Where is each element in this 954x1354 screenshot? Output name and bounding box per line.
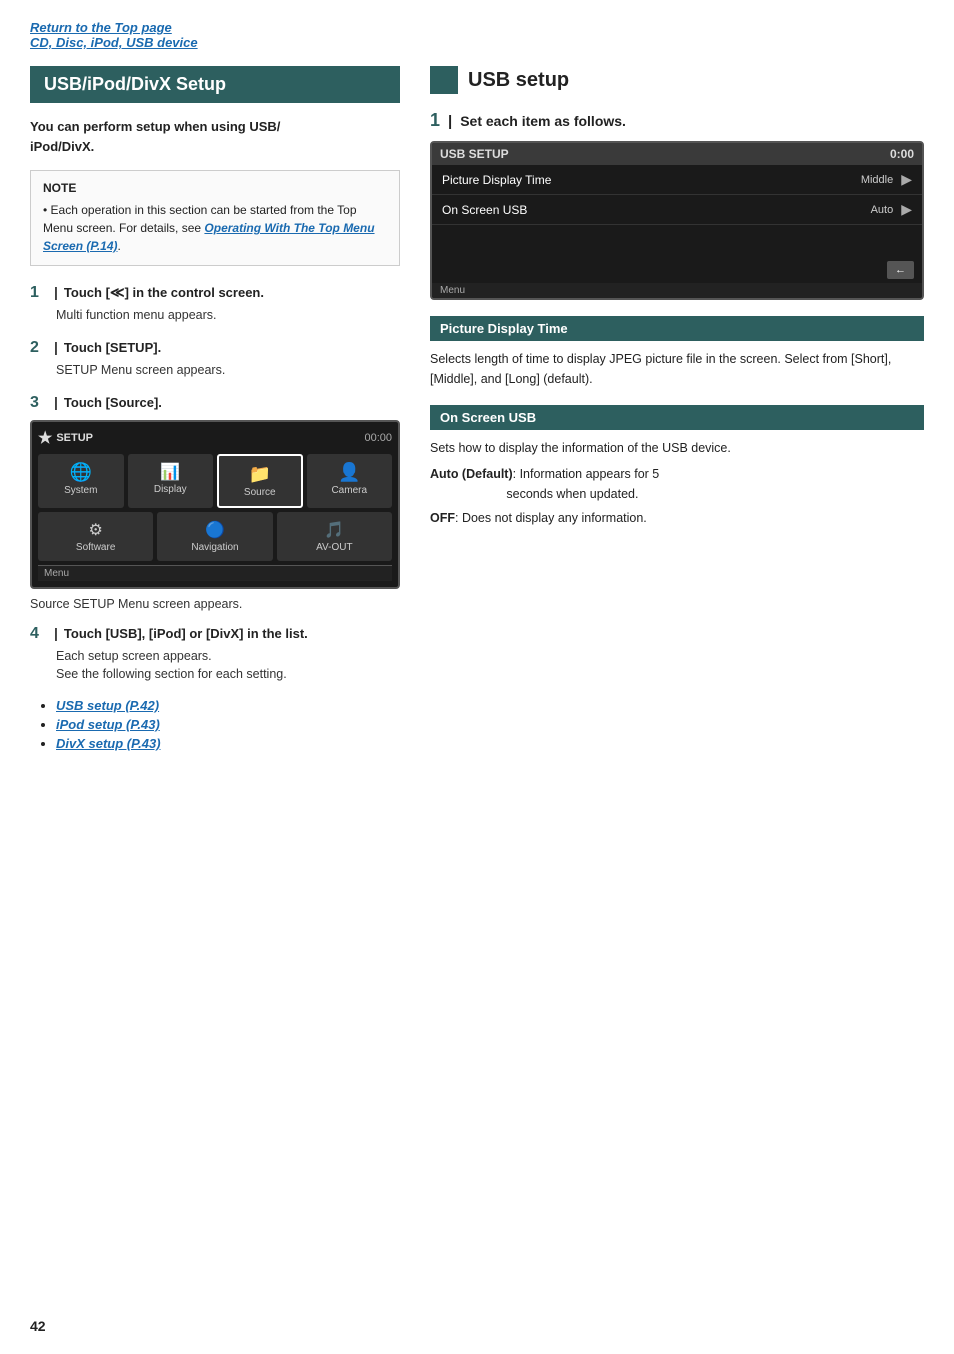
ipod-setup-link[interactable]: iPod setup (P.43)	[56, 717, 160, 732]
step-4-label: Touch [USB], [iPod] or [DivX] in the lis…	[64, 626, 308, 641]
usb-setup-screen: USB SETUP 0:00 Picture Display Time Midd…	[430, 141, 924, 300]
back-button[interactable]: ←	[887, 261, 914, 279]
step-3: 3 | Touch [Source]. ★ SETUP 00:00 🌐 Syst…	[30, 394, 400, 611]
step-4: 4 | Touch [USB], [iPod] or [DivX] in the…	[30, 625, 400, 685]
step-2: 2 | Touch [SETUP]. SETUP Menu screen app…	[30, 339, 400, 380]
main-layout: USB/iPod/DivX Setup You can perform setu…	[30, 66, 924, 755]
on-screen-usb-section: On Screen USB Sets how to display the in…	[430, 405, 924, 528]
picture-display-arrow: ▶	[901, 171, 912, 188]
page-number: 42	[30, 1318, 46, 1334]
intro-text: You can perform setup when using USB/iPo…	[30, 117, 400, 156]
icon-source[interactable]: 📁 Source	[217, 454, 303, 508]
on-screen-usb-label: On Screen USB	[442, 203, 871, 217]
on-screen-usb-arrow: ▶	[901, 201, 912, 218]
step-3-label: Touch [Source].	[64, 395, 162, 410]
step-3-num: 3	[30, 394, 48, 412]
usb-screen-time: 0:00	[890, 147, 914, 161]
picture-display-value: Middle	[861, 174, 893, 186]
bullet-links: USB setup (P.42) iPod setup (P.43) DivX …	[40, 698, 400, 751]
icon-navigation[interactable]: 🔵 Navigation	[157, 512, 272, 561]
icon-avout[interactable]: 🎵 AV-OUT	[277, 512, 392, 561]
icon-system[interactable]: 🌐 System	[38, 454, 124, 508]
step-1-num: 1	[30, 284, 48, 302]
on-screen-usb-section-title: On Screen USB	[430, 405, 924, 430]
step-4-desc2: See the following section for each setti…	[56, 665, 400, 684]
usb-row-picture[interactable]: Picture Display Time Middle ▶	[432, 165, 922, 195]
bullet-divx: DivX setup (P.43)	[56, 736, 400, 751]
after-screen-text: Source SETUP Menu screen appears.	[30, 597, 400, 611]
usb-setup-link[interactable]: USB setup (P.42)	[56, 698, 159, 713]
left-column: USB/iPod/DivX Setup You can perform setu…	[30, 66, 400, 755]
note-link[interactable]: Operating With The Top Menu Screen (P.14…	[43, 221, 375, 253]
on-screen-usb-desc: Sets how to display the information of t…	[430, 438, 924, 458]
right-step-1-header: 1 | Set each item as follows.	[430, 110, 924, 131]
on-screen-usb-value: Auto	[871, 204, 894, 216]
step-1-label: Touch [≪] in the control screen.	[64, 285, 264, 301]
picture-display-text: Selects length of time to display JPEG p…	[430, 349, 924, 389]
usb-screen-bottom: ←	[432, 257, 922, 283]
icon-software[interactable]: ⚙ Software	[38, 512, 153, 561]
step-1: 1 | Touch [≪] in the control screen. Mul…	[30, 284, 400, 325]
note-box: NOTE • Each operation in this section ca…	[30, 170, 400, 266]
setup-icons-row1: 🌐 System 📊 Display 📁 Source 👤 Camera	[38, 454, 392, 508]
step-4-num: 4	[30, 625, 48, 643]
setup-icons-row2: ⚙ Software 🔵 Navigation 🎵 AV-OUT	[38, 512, 392, 561]
top-link-1[interactable]: Return to the Top page	[30, 20, 924, 35]
right-column: USB setup 1 | Set each item as follows. …	[430, 66, 924, 755]
screen-logo: ★ SETUP	[38, 428, 93, 448]
icon-camera[interactable]: 👤 Camera	[307, 454, 393, 508]
bullet-ipod: iPod setup (P.43)	[56, 717, 400, 732]
step-2-desc: SETUP Menu screen appears.	[56, 361, 400, 380]
screen-menu-label: Menu	[38, 565, 392, 581]
note-text: • Each operation in this section can be …	[43, 201, 387, 255]
divx-setup-link[interactable]: DivX setup (P.43)	[56, 736, 161, 751]
picture-display-section: Picture Display Time Selects length of t…	[430, 316, 924, 389]
usb-row-onscreen[interactable]: On Screen USB Auto ▶	[432, 195, 922, 225]
note-title: NOTE	[43, 181, 387, 195]
right-step-num: 1	[430, 110, 440, 131]
bullet-usb: USB setup (P.42)	[56, 698, 400, 713]
step-4-desc1: Each setup screen appears.	[56, 647, 400, 666]
icon-display[interactable]: 📊 Display	[128, 454, 214, 508]
step-1-desc: Multi function menu appears.	[56, 306, 400, 325]
usb-setup-title: USB setup	[468, 69, 569, 92]
picture-display-label: Picture Display Time	[442, 173, 861, 187]
on-screen-usb-off: OFF: Does not display any information.	[430, 508, 924, 528]
step-2-num: 2	[30, 339, 48, 357]
screen-time: 00:00	[364, 432, 392, 444]
usb-setup-header: USB setup	[430, 66, 924, 94]
step-2-label: Touch [SETUP].	[64, 340, 161, 355]
usb-icon-box	[430, 66, 458, 94]
on-screen-usb-auto: Auto (Default): Information appears for …	[430, 464, 924, 504]
right-step-label: Set each item as follows.	[460, 113, 626, 129]
top-links: Return to the Top page CD, Disc, iPod, U…	[30, 20, 924, 50]
top-link-2[interactable]: CD, Disc, iPod, USB device	[30, 35, 924, 50]
usb-screen-title: USB SETUP	[440, 147, 509, 161]
section-title: USB/iPod/DivX Setup	[30, 66, 400, 103]
usb-screen-menu: Menu	[432, 283, 922, 298]
picture-display-section-title: Picture Display Time	[430, 316, 924, 341]
setup-screen: ★ SETUP 00:00 🌐 System 📊 Display	[30, 420, 400, 589]
